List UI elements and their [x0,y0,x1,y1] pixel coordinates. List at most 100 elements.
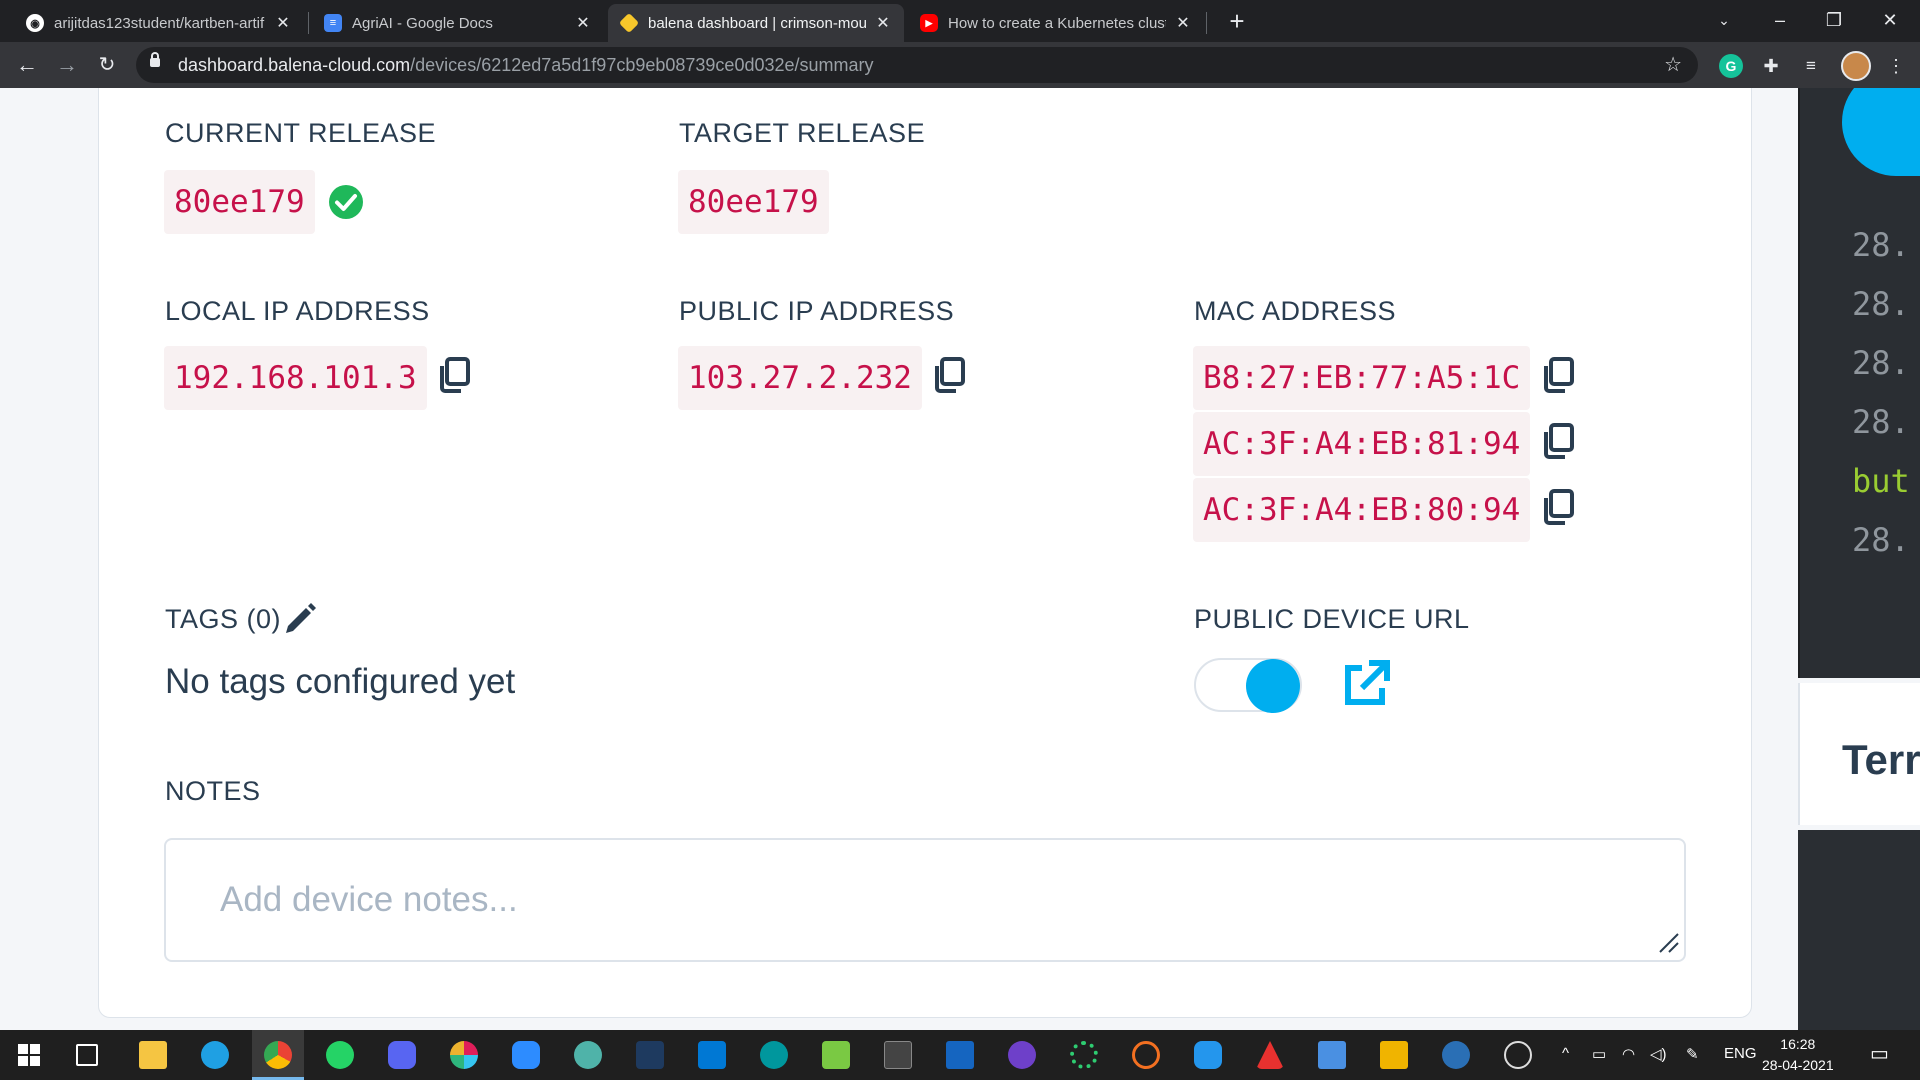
restore-button[interactable]: ❐ [1804,0,1864,42]
arduino-icon[interactable] [760,1041,788,1069]
back-icon[interactable]: ← [12,50,42,80]
tab-google-docs[interactable]: ≡ AgriAI - Google Docs ✕ [312,4,604,42]
current-release-label: CURRENT RELEASE [165,118,437,148]
terminal-panel-body [1798,830,1920,1030]
close-tab-icon[interactable]: ✕ [1174,13,1192,33]
windows-start-icon[interactable] [18,1044,40,1066]
copy-icon[interactable] [1541,356,1575,394]
current-release-value: 80ee179 [164,170,315,234]
close-tab-icon[interactable]: ✕ [874,13,892,33]
tags-label: TAGS (0) [165,604,282,634]
check-circle-icon [329,185,363,219]
task-view-icon[interactable] [76,1044,98,1066]
log-line: 28. [1852,521,1910,559]
public-ip-value: 103.27.2.232 [678,346,922,410]
terminal-title: Terr [1842,736,1920,783]
whatsapp-icon[interactable] [326,1041,354,1069]
autodesk-icon[interactable] [1256,1041,1284,1069]
language-indicator[interactable]: ENG [1724,1045,1757,1062]
tab-balena-dashboard[interactable]: balena dashboard | crimson-mou ✕ [608,4,904,42]
public-device-url-label: PUBLIC DEVICE URL [1194,604,1470,634]
address-bar[interactable]: dashboard.balena-cloud.com/devices/6212e… [136,47,1698,83]
clipchamp-icon[interactable] [574,1041,602,1069]
pen-icon[interactable]: ✎ [1686,1045,1699,1063]
resize-grip-icon[interactable] [1656,930,1680,954]
copy-icon[interactable] [932,356,966,394]
toggle-knob [1246,659,1300,713]
file-explorer-icon[interactable] [139,1041,167,1069]
docker-icon[interactable] [1194,1041,1222,1069]
mac-address-value: B8:27:EB:77:A5:1C [1193,346,1531,410]
tab-title: How to create a Kubernetes clust [948,14,1166,32]
tab-youtube[interactable]: ▶ How to create a Kubernetes clust ✕ [908,4,1204,42]
public-url-toggle[interactable] [1194,658,1302,713]
edge-browser-icon[interactable] [201,1041,229,1069]
volume-icon[interactable]: ◁) [1650,1045,1667,1063]
upload-app-icon[interactable] [636,1041,664,1069]
windows-taskbar: ^ ▭ ◠ ◁) ✎ ENG 16:28 28-04-2021 ▭ [0,1030,1920,1080]
new-tab-button[interactable]: + [1222,6,1252,36]
close-window-button[interactable]: ✕ [1860,0,1920,42]
tab-title: arijitdas123student/kartben-artif [54,14,265,32]
public-ip-label: PUBLIC IP ADDRESS [679,296,955,326]
mac-address-label: MAC ADDRESS [1194,296,1397,326]
url-path: /devices/6212ed7a5d1f97cb9eb08739ce0d032… [410,55,874,75]
media-control-icon[interactable]: ≡ [1799,54,1823,78]
minimize-button[interactable]: – [1750,0,1810,42]
battery-icon[interactable]: ▭ [1592,1045,1606,1063]
jupyter-icon[interactable] [1132,1041,1160,1069]
youtube-icon: ▶ [920,14,938,32]
show-hidden-icons[interactable]: ^ [1562,1045,1569,1062]
clock-time: 16:28 [1780,1036,1816,1052]
github-icon: ◉ [26,14,44,32]
vscode-icon[interactable] [698,1041,726,1069]
bookmark-star-icon[interactable]: ☆ [1664,52,1682,77]
extensions-puzzle-icon[interactable]: ✚ [1759,54,1783,78]
slack-icon[interactable] [450,1041,478,1069]
copy-icon[interactable] [437,356,471,394]
balena-cube-icon [618,12,640,34]
puzzle-app-icon[interactable] [1380,1041,1408,1069]
google-docs-icon: ≡ [324,14,342,32]
tab-search-icon[interactable]: ⌄ [1694,0,1754,42]
log-line: 28. [1852,285,1910,323]
terminal-icon[interactable] [884,1041,912,1069]
tab-divider [1206,12,1207,34]
log-line: but [1852,462,1910,500]
notes-label: NOTES [165,776,261,806]
close-tab-icon[interactable]: ✕ [574,13,592,33]
grammarly-extension-icon[interactable]: G [1719,54,1743,78]
page-viewport: CURRENT RELEASE 80ee179 TARGET RELEASE 8… [0,88,1920,1030]
logs-panel [1798,88,1920,678]
copy-icon[interactable] [1541,488,1575,526]
url-text: dashboard.balena-cloud.com/devices/6212e… [178,55,874,76]
close-tab-icon[interactable]: ✕ [274,13,292,33]
obs-icon[interactable] [1504,1041,1532,1069]
github-desktop-icon[interactable] [1008,1041,1036,1069]
device-notes-textarea[interactable] [164,838,1686,962]
mac-address-value: AC:3F:A4:EB:80:94 [1193,478,1531,542]
zoom-icon[interactable] [512,1041,540,1069]
external-link-icon[interactable] [1340,658,1392,710]
copy-icon[interactable] [1541,422,1575,460]
network-app-icon[interactable] [1318,1041,1346,1069]
edit-pencil-icon[interactable] [282,600,318,636]
notifications-icon[interactable]: ▭ [1870,1041,1889,1066]
log-line: 28. [1852,403,1910,441]
tab-github[interactable]: ◉ arijitdas123student/kartben-artif ✕ [14,4,304,42]
aperture-app-icon[interactable] [1442,1041,1470,1069]
browser-tab-bar: ◉ arijitdas123student/kartben-artif ✕ ≡ … [0,0,1920,42]
cube-app-icon[interactable] [822,1041,850,1069]
avatar[interactable] [1841,51,1871,81]
forward-icon[interactable]: → [52,50,82,80]
loading-app-icon[interactable] [1070,1041,1098,1069]
chrome-menu-icon[interactable]: ⋮ [1884,54,1908,78]
reload-icon[interactable]: ↻ [92,50,122,80]
wifi-icon[interactable]: ◠ [1622,1045,1635,1063]
remote-app-icon[interactable] [946,1041,974,1069]
discord-icon[interactable] [388,1041,416,1069]
taskbar-clock[interactable]: 16:28 28-04-2021 [1762,1034,1834,1076]
tab-title: AgriAI - Google Docs [352,14,493,32]
clock-date: 28-04-2021 [1762,1057,1834,1073]
chrome-icon[interactable] [264,1041,292,1069]
